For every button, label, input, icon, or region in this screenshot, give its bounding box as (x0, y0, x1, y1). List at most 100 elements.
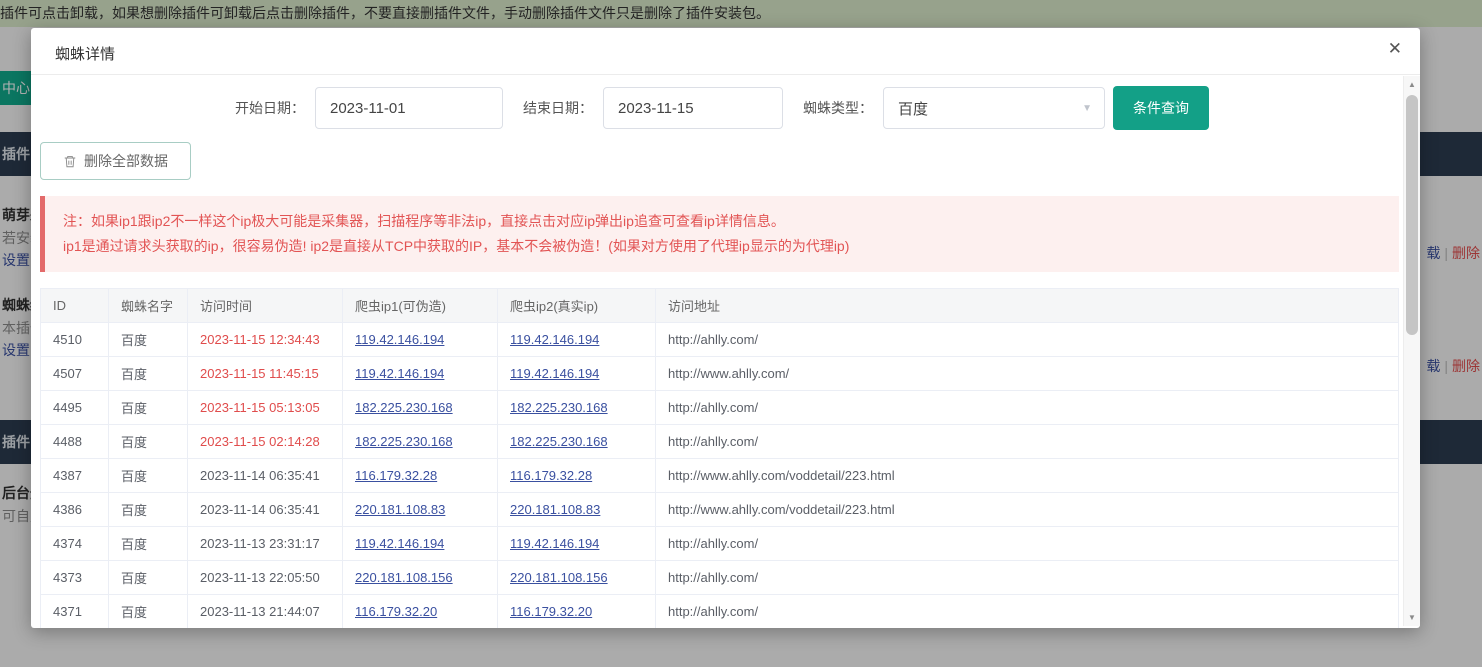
cell-url: http://ahlly.com/ (656, 527, 1399, 561)
cell-spider-name: 百度 (109, 493, 188, 527)
cell-ip1: 116.179.32.20 (343, 595, 498, 629)
cell-url: http://ahlly.com/ (656, 323, 1399, 357)
cell-ip2: 119.42.146.194 (498, 323, 656, 357)
column-header: 访问时间 (188, 289, 343, 323)
ip2-link[interactable]: 119.42.146.194 (510, 332, 599, 347)
ip1-link[interactable]: 116.179.32.28 (355, 468, 437, 483)
cell-id: 4488 (41, 425, 109, 459)
scrollbar-thumb[interactable] (1406, 95, 1418, 335)
ip1-link[interactable]: 119.42.146.194 (355, 536, 444, 551)
delete-all-label: 删除全部数据 (84, 151, 168, 171)
modal-scrollbar[interactable]: ▲ ▼ (1403, 76, 1420, 626)
close-icon[interactable]: ✕ (1388, 40, 1402, 57)
modal-title: 蜘蛛详情 (55, 43, 115, 64)
query-button[interactable]: 条件查询 (1113, 86, 1209, 130)
cell-ip2: 119.42.146.194 (498, 527, 656, 561)
table-row: 4495 百度 2023-11-15 05:13:05 182.225.230.… (41, 391, 1399, 425)
ip1-link[interactable]: 182.225.230.168 (355, 434, 453, 449)
cell-ip2: 182.225.230.168 (498, 391, 656, 425)
cell-id: 4386 (41, 493, 109, 527)
cell-ip1: 220.181.108.156 (343, 561, 498, 595)
cell-url: http://ahlly.com/ (656, 391, 1399, 425)
screen: 插件可点击卸载，如果想删除插件可卸载后点击删除插件，不要直接删插件文件，手动删除… (0, 0, 1482, 667)
ip2-link[interactable]: 182.225.230.168 (510, 434, 608, 449)
cell-spider-name: 百度 (109, 357, 188, 391)
notice-line-1: 注：如果ip1跟ip2不一样这个ip极大可能是采集器，扫描程序等非法ip，直接点… (63, 209, 1381, 234)
cell-visit-time: 2023-11-13 22:05:50 (188, 561, 343, 595)
start-date-input[interactable] (315, 87, 503, 129)
column-header: 爬虫ip1(可伪造) (343, 289, 498, 323)
cell-id: 4510 (41, 323, 109, 357)
spider-type-select[interactable]: 百度 ▼ (883, 87, 1105, 129)
cell-visit-time: 2023-11-13 21:44:07 (188, 595, 343, 629)
cell-visit-time: 2023-11-15 12:34:43 (188, 323, 343, 357)
cell-spider-name: 百度 (109, 323, 188, 357)
cell-id: 4507 (41, 357, 109, 391)
scroll-up-icon[interactable]: ▲ (1404, 80, 1420, 89)
spider-type-value: 百度 (898, 98, 928, 119)
cell-ip1: 119.42.146.194 (343, 527, 498, 561)
trash-icon (63, 154, 77, 169)
notice-line-2: ip1是通过请求头获取的ip，很容易伪造! ip2是直接从TCP中获取的IP，基… (63, 234, 1381, 259)
cell-visit-time: 2023-11-15 11:45:15 (188, 357, 343, 391)
ip1-link[interactable]: 119.42.146.194 (355, 366, 444, 381)
cell-ip2: 182.225.230.168 (498, 425, 656, 459)
table-row: 4510 百度 2023-11-15 12:34:43 119.42.146.1… (41, 323, 1399, 357)
table-row: 4371 百度 2023-11-13 21:44:07 116.179.32.2… (41, 595, 1399, 629)
cell-ip2: 116.179.32.28 (498, 459, 656, 493)
column-header: 蜘蛛名字 (109, 289, 188, 323)
ip2-link[interactable]: 119.42.146.194 (510, 366, 599, 381)
cell-spider-name: 百度 (109, 595, 188, 629)
table-row: 4374 百度 2023-11-13 23:31:17 119.42.146.1… (41, 527, 1399, 561)
column-header: 访问地址 (656, 289, 1399, 323)
ip2-link[interactable]: 220.181.108.156 (510, 570, 608, 585)
cell-ip2: 116.179.32.20 (498, 595, 656, 629)
cell-url: http://www.ahlly.com/voddetail/223.html (656, 493, 1399, 527)
warning-notice: 注：如果ip1跟ip2不一样这个ip极大可能是采集器，扫描程序等非法ip，直接点… (40, 196, 1399, 272)
cell-ip2: 119.42.146.194 (498, 357, 656, 391)
cell-visit-time: 2023-11-13 23:31:17 (188, 527, 343, 561)
filter-row: 开始日期： 结束日期： 蜘蛛类型： 百度 ▼ 条件查询 (40, 86, 1399, 130)
cell-visit-time: 2023-11-14 06:35:41 (188, 459, 343, 493)
table-row: 4386 百度 2023-11-14 06:35:41 220.181.108.… (41, 493, 1399, 527)
cell-url: http://ahlly.com/ (656, 561, 1399, 595)
delete-all-button[interactable]: 删除全部数据 (40, 142, 191, 180)
ip1-link[interactable]: 220.181.108.156 (355, 570, 453, 585)
cell-ip2: 220.181.108.156 (498, 561, 656, 595)
end-date-input[interactable] (603, 87, 783, 129)
cell-ip1: 182.225.230.168 (343, 391, 498, 425)
scroll-down-icon[interactable]: ▼ (1404, 613, 1420, 622)
cell-id: 4373 (41, 561, 109, 595)
cell-ip1: 220.181.108.83 (343, 493, 498, 527)
ip2-link[interactable]: 182.225.230.168 (510, 400, 608, 415)
cell-ip1: 182.225.230.168 (343, 425, 498, 459)
ip2-link[interactable]: 119.42.146.194 (510, 536, 599, 551)
cell-visit-time: 2023-11-15 02:14:28 (188, 425, 343, 459)
ip1-link[interactable]: 116.179.32.20 (355, 604, 437, 619)
cell-url: http://www.ahlly.com/voddetail/223.html (656, 459, 1399, 493)
ip1-link[interactable]: 182.225.230.168 (355, 400, 453, 415)
cell-spider-name: 百度 (109, 527, 188, 561)
cell-ip1: 116.179.32.28 (343, 459, 498, 493)
ip1-link[interactable]: 220.181.108.83 (355, 502, 445, 517)
cell-id: 4495 (41, 391, 109, 425)
chevron-down-icon: ▼ (1082, 103, 1092, 114)
column-header: 爬虫ip2(真实ip) (498, 289, 656, 323)
cell-id: 4374 (41, 527, 109, 561)
ip1-link[interactable]: 119.42.146.194 (355, 332, 444, 347)
start-date-label: 开始日期： (235, 98, 305, 118)
ip2-link[interactable]: 220.181.108.83 (510, 502, 600, 517)
spider-detail-modal: 蜘蛛详情 ✕ 开始日期： 结束日期： 蜘蛛类型： 百度 ▼ 条件查询 删 (31, 28, 1420, 628)
cell-visit-time: 2023-11-14 06:35:41 (188, 493, 343, 527)
ip2-link[interactable]: 116.179.32.20 (510, 604, 592, 619)
cell-spider-name: 百度 (109, 425, 188, 459)
table-row: 4387 百度 2023-11-14 06:35:41 116.179.32.2… (41, 459, 1399, 493)
ip2-link[interactable]: 116.179.32.28 (510, 468, 592, 483)
cell-spider-name: 百度 (109, 561, 188, 595)
cell-ip1: 119.42.146.194 (343, 323, 498, 357)
table-row: 4507 百度 2023-11-15 11:45:15 119.42.146.1… (41, 357, 1399, 391)
modal-body: 开始日期： 结束日期： 蜘蛛类型： 百度 ▼ 条件查询 删除全部数据 注：如果i… (31, 75, 1403, 628)
table-row: 4373 百度 2023-11-13 22:05:50 220.181.108.… (41, 561, 1399, 595)
table-row: 4488 百度 2023-11-15 02:14:28 182.225.230.… (41, 425, 1399, 459)
cell-url: http://ahlly.com/ (656, 595, 1399, 629)
